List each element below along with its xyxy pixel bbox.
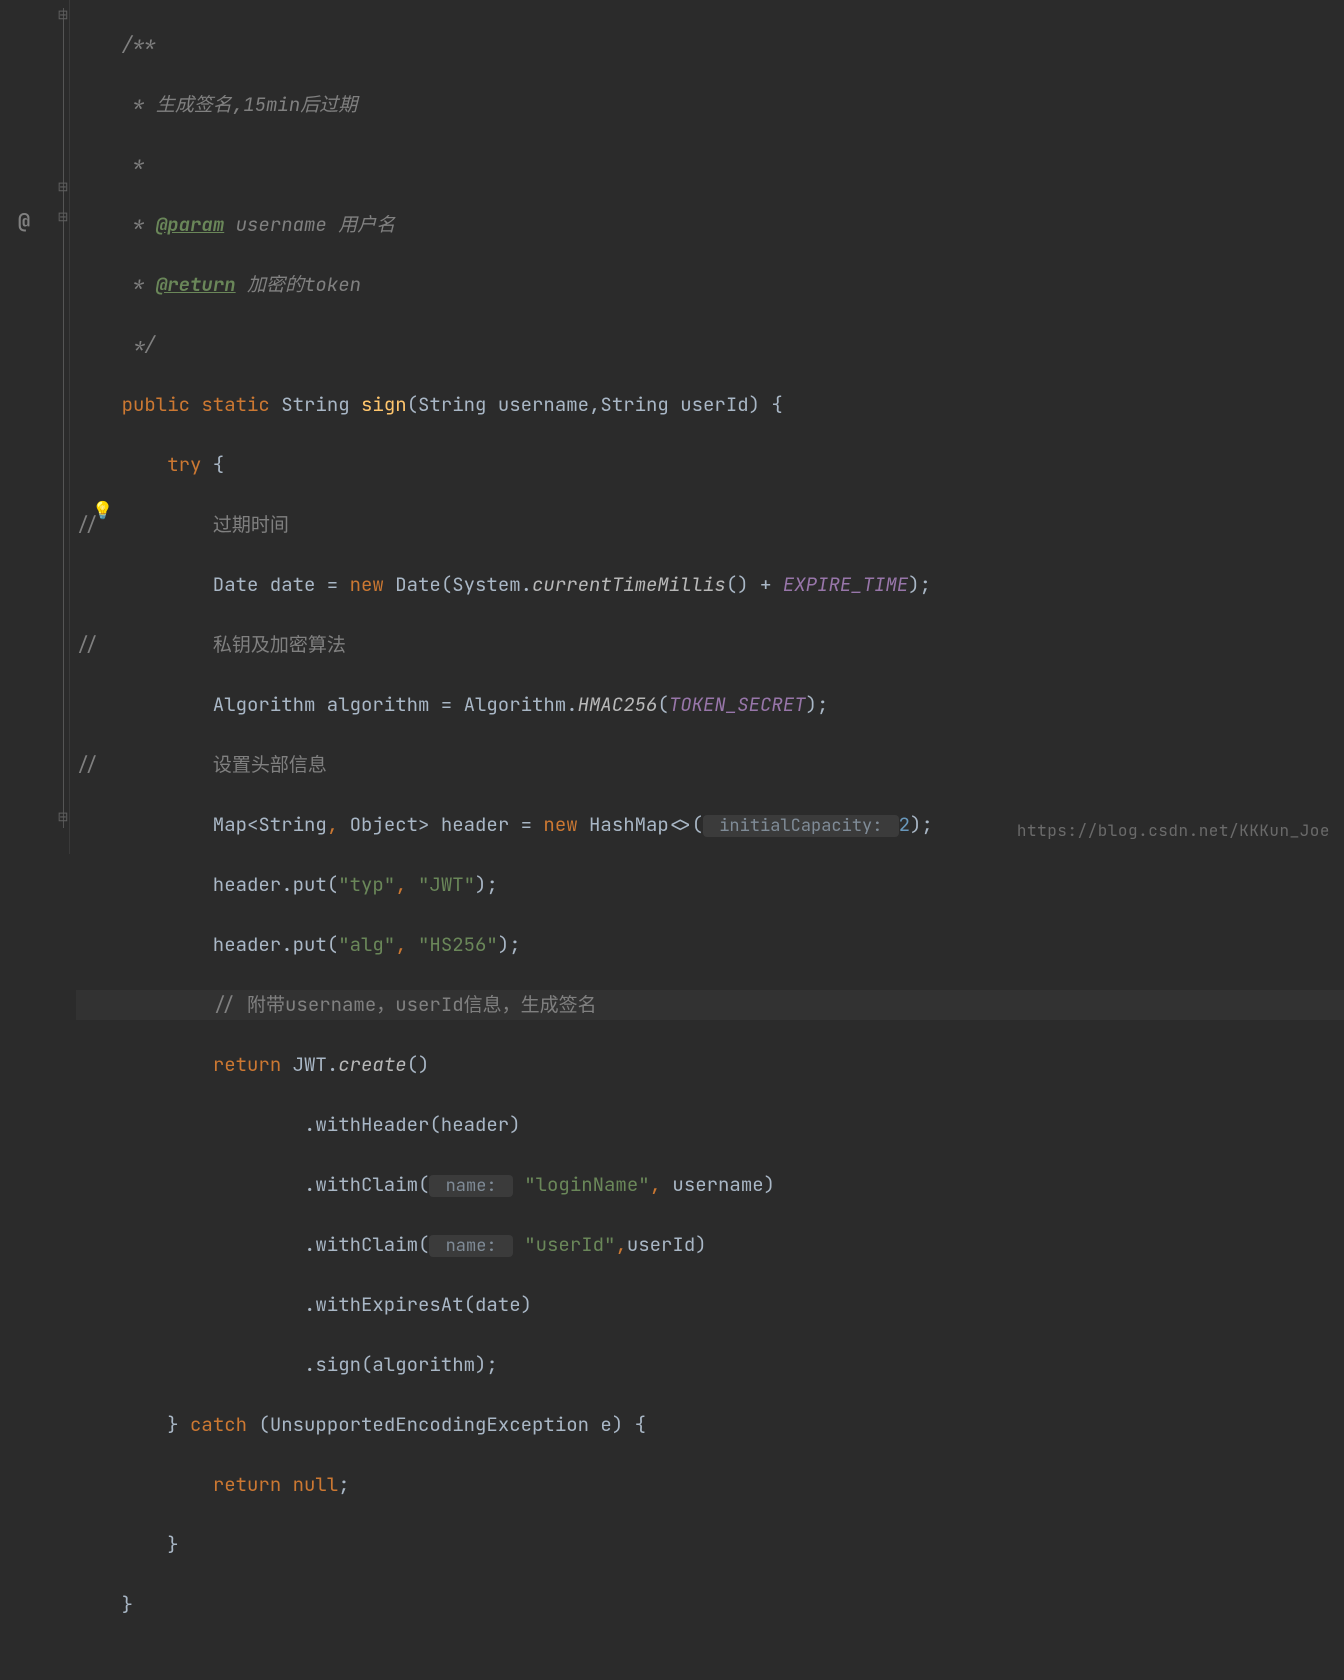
code-text: Date date = bbox=[76, 572, 350, 597]
keyword: catch bbox=[190, 1412, 247, 1437]
javadoc-text: 生成签名,15min后过期 bbox=[156, 92, 357, 117]
fold-marker-icon[interactable]: ⊟ bbox=[56, 210, 70, 224]
code-text: ); bbox=[806, 692, 829, 717]
code-editor[interactable]: ⊟ ⊟ @ ⊟ ⊟ /** * 生成签名,15min后过期 * * @param… bbox=[0, 0, 1344, 854]
code-text bbox=[76, 392, 122, 417]
code-text: .withExpiresAt(date) bbox=[76, 1292, 532, 1317]
number-literal: 2 bbox=[899, 812, 910, 837]
comment: // bbox=[76, 752, 213, 777]
keyword: , bbox=[615, 1232, 626, 1257]
comment: 私钥及加密算法 bbox=[213, 632, 346, 657]
code-text: .sign(algorithm); bbox=[76, 1352, 498, 1377]
string-literal: "loginName" bbox=[524, 1172, 649, 1197]
code-text bbox=[76, 452, 167, 477]
lightbulb-icon[interactable]: 💡 bbox=[92, 496, 113, 526]
keyword: , bbox=[327, 812, 338, 837]
javadoc-text: * bbox=[76, 212, 156, 237]
code-text: ); bbox=[475, 872, 498, 897]
javadoc-text: * bbox=[76, 272, 156, 297]
code-text: Date(System. bbox=[384, 572, 532, 597]
code-text: ; bbox=[338, 1472, 349, 1497]
static-field: EXPIRE_TIME bbox=[783, 572, 908, 597]
code-text: username) bbox=[661, 1172, 775, 1197]
code-text: Object> header = bbox=[338, 812, 543, 837]
editor-gutter: ⊟ ⊟ @ ⊟ ⊟ bbox=[0, 0, 70, 854]
comment: // bbox=[213, 992, 247, 1017]
code-text: } bbox=[76, 1592, 133, 1617]
code-text bbox=[76, 992, 213, 1017]
static-method: create bbox=[338, 1052, 406, 1077]
javadoc-text: 加密的token bbox=[236, 272, 361, 297]
code-text: String bbox=[270, 392, 361, 417]
code-text bbox=[407, 932, 418, 957]
watermark-text: https://blog.csdn.net/KKKun_Joe bbox=[1017, 816, 1330, 846]
code-text: JWT. bbox=[281, 1052, 338, 1077]
javadoc-text: * bbox=[76, 92, 156, 117]
comment: 设置头部信息 bbox=[213, 752, 327, 777]
code-text bbox=[407, 872, 418, 897]
code-text: ( bbox=[657, 692, 668, 717]
code-text: () bbox=[407, 1052, 430, 1077]
annotation-gutter-icon[interactable]: @ bbox=[18, 206, 30, 236]
javadoc-text: /** bbox=[76, 32, 156, 57]
code-content[interactable]: /** * 生成签名,15min后过期 * * @param username … bbox=[70, 0, 1344, 854]
parameter-hint: initialCapacity: bbox=[703, 815, 899, 837]
string-literal: "JWT" bbox=[418, 872, 475, 897]
code-text: (String username,String userId) { bbox=[407, 392, 783, 417]
keyword: new bbox=[543, 812, 577, 837]
javadoc-param: username bbox=[224, 212, 338, 237]
javadoc-tag: @param bbox=[156, 212, 224, 237]
parameter-hint: name: bbox=[429, 1235, 512, 1257]
keyword: new bbox=[350, 572, 384, 597]
code-text: () + bbox=[726, 572, 783, 597]
code-text: userId) bbox=[627, 1232, 707, 1257]
keyword: return null bbox=[213, 1472, 338, 1497]
javadoc-text: */ bbox=[76, 332, 156, 357]
code-text: ); bbox=[498, 932, 521, 957]
code-text: header.put( bbox=[76, 872, 338, 897]
comment: 附带username，userId信息，生成签名 bbox=[247, 992, 597, 1017]
code-text: ); bbox=[908, 572, 931, 597]
code-text: header.put( bbox=[76, 932, 338, 957]
code-text: .withHeader(header) bbox=[76, 1112, 521, 1137]
code-text: (UnsupportedEncodingException e) { bbox=[247, 1412, 646, 1437]
keyword: try bbox=[167, 452, 201, 477]
static-method: HMAC256 bbox=[578, 692, 658, 717]
code-text bbox=[76, 1052, 213, 1077]
code-text: .withClaim( bbox=[76, 1232, 429, 1257]
code-text: HashMap<>( bbox=[578, 812, 703, 837]
javadoc-tag: @return bbox=[156, 272, 236, 297]
string-literal: "userId" bbox=[524, 1232, 615, 1257]
code-text: { bbox=[201, 452, 224, 477]
comment: // bbox=[76, 632, 213, 657]
keyword: return bbox=[213, 1052, 281, 1077]
string-literal: "typ" bbox=[338, 872, 395, 897]
javadoc-text: * bbox=[76, 152, 144, 177]
string-literal: "alg" bbox=[338, 932, 395, 957]
code-text bbox=[513, 1172, 524, 1197]
comment: 过期时间 bbox=[213, 512, 289, 537]
javadoc-text: 用户名 bbox=[338, 212, 395, 237]
code-text: Algorithm algorithm = Algorithm. bbox=[76, 692, 578, 717]
keyword: public static bbox=[122, 392, 270, 417]
fold-marker-icon[interactable]: ⊟ bbox=[56, 180, 70, 194]
keyword: , bbox=[395, 872, 406, 897]
fold-guide-line bbox=[63, 8, 64, 828]
code-text: ); bbox=[910, 812, 933, 837]
static-method: currentTimeMillis bbox=[532, 572, 726, 597]
keyword: , bbox=[395, 932, 406, 957]
code-text bbox=[76, 1472, 213, 1497]
method-name: sign bbox=[361, 392, 407, 417]
code-text bbox=[513, 1232, 524, 1257]
parameter-hint: name: bbox=[429, 1175, 512, 1197]
static-field: TOKEN_SECRET bbox=[669, 692, 806, 717]
fold-marker-icon[interactable]: ⊟ bbox=[56, 810, 70, 824]
keyword: , bbox=[650, 1172, 661, 1197]
code-text: } bbox=[76, 1532, 179, 1557]
fold-marker-icon[interactable]: ⊟ bbox=[56, 8, 70, 22]
code-text: Map<String bbox=[76, 812, 327, 837]
code-text: .withClaim( bbox=[76, 1172, 429, 1197]
string-literal: "HS256" bbox=[418, 932, 498, 957]
code-text: } bbox=[76, 1412, 190, 1437]
